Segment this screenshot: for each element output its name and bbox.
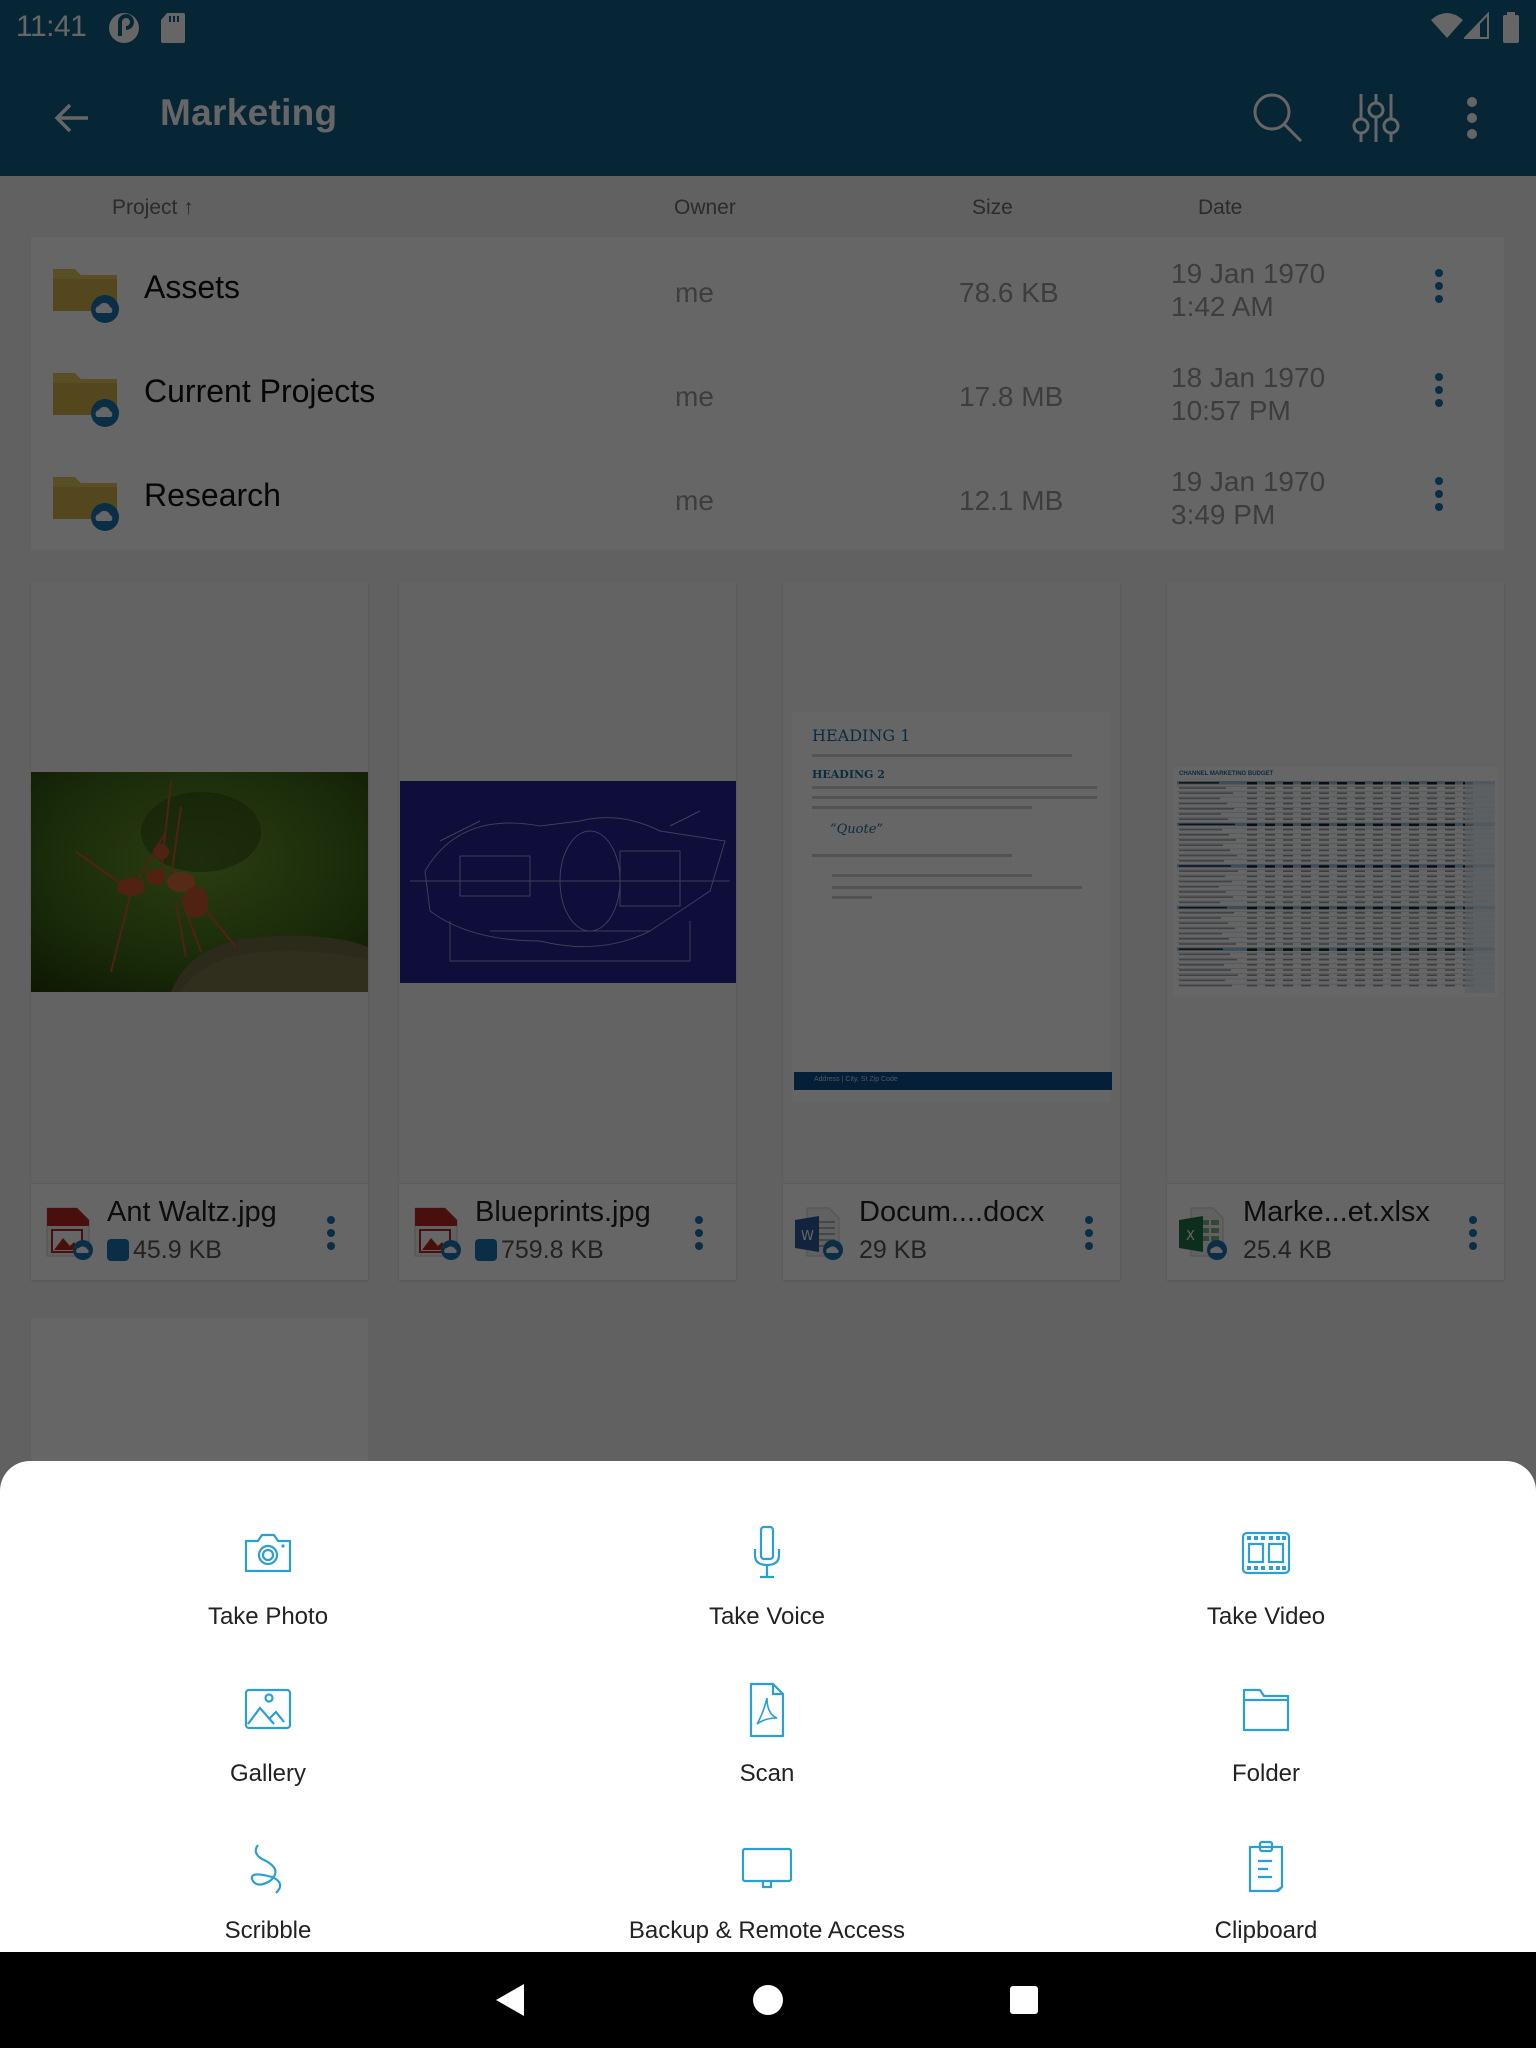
option-scan[interactable]: Scan <box>567 1668 967 1818</box>
scribble-icon <box>250 1844 282 1894</box>
option-take-voice[interactable]: Take Voice <box>567 1511 967 1661</box>
film-icon <box>1241 1531 1291 1575</box>
back-triangle-icon[interactable] <box>490 1980 530 2020</box>
option-label: Take Photo <box>207 1603 329 1630</box>
camera-icon <box>244 1533 292 1573</box>
option-gallery[interactable]: Gallery <box>68 1668 468 1818</box>
option-label: Scan <box>739 1760 795 1787</box>
home-circle-icon[interactable] <box>748 1980 788 2020</box>
option-folder[interactable]: Folder <box>1066 1668 1466 1818</box>
option-label: Take Video <box>1206 1603 1326 1630</box>
monitor-icon <box>741 1847 793 1889</box>
option-label: Take Voice <box>708 1603 826 1630</box>
pdf-document-icon <box>749 1682 785 1738</box>
option-label: Gallery <box>229 1760 307 1787</box>
image-icon <box>244 1688 292 1730</box>
option-label: Scribble <box>224 1917 312 1944</box>
clipboard-icon <box>1248 1840 1284 1893</box>
option-take-video[interactable]: Take Video <box>1066 1511 1466 1661</box>
folder-icon <box>1242 1688 1290 1732</box>
system-navigation-bar <box>0 1952 1536 2048</box>
option-label: Folder <box>1231 1760 1301 1787</box>
option-label: Clipboard <box>1214 1917 1318 1944</box>
microphone-icon <box>753 1525 781 1579</box>
option-label: Backup & Remote Access <box>628 1917 906 1944</box>
recents-square-icon[interactable] <box>1004 1980 1044 2020</box>
option-take-photo[interactable]: Take Photo <box>68 1511 468 1661</box>
create-bottom-sheet: Take Photo Take Voice Take Video Gallery… <box>0 1461 1536 1952</box>
